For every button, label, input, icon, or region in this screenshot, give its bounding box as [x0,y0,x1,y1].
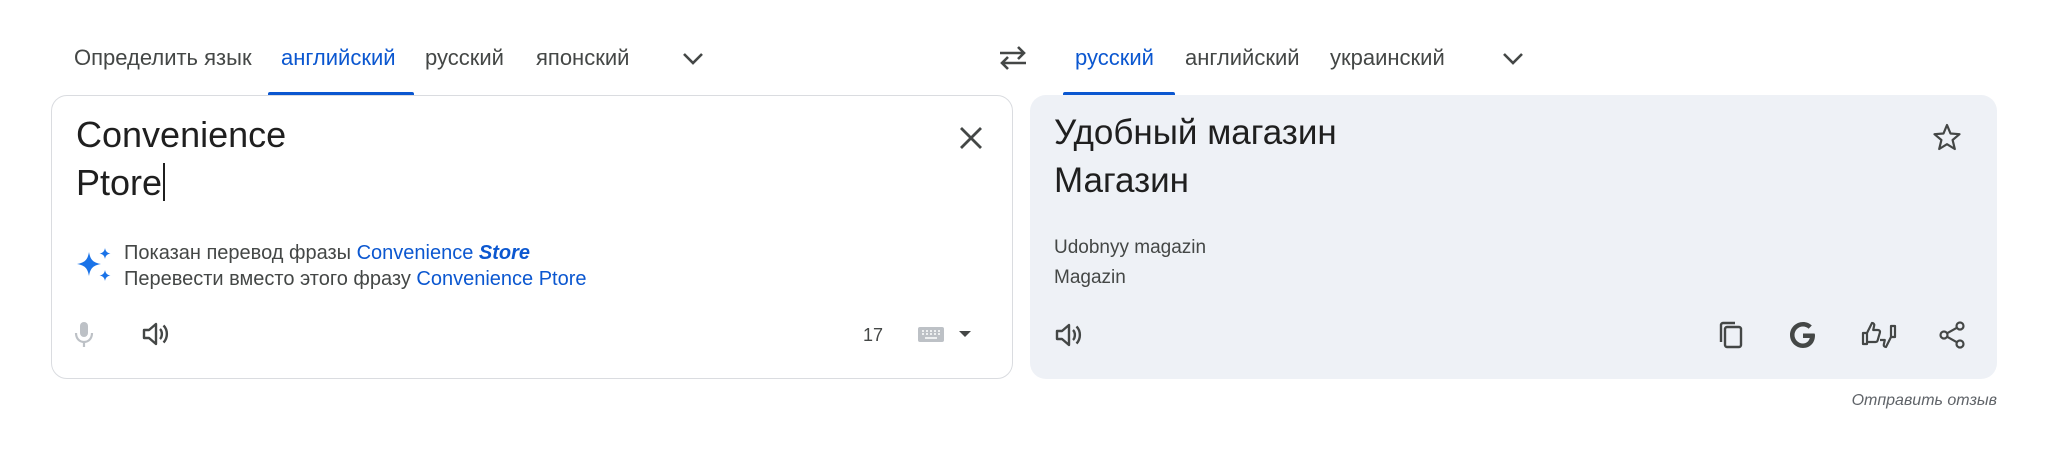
send-feedback-link[interactable]: Отправить отзыв [1852,392,1997,410]
translation-panel: Удобный магазин Магазин Udobnyy magazin … [1030,95,1997,379]
tab-target-russian[interactable]: русский [1075,40,1154,76]
translation-line-1: Удобный магазин [1054,113,1337,152]
suggestion-instead-text: Перевести вместо этого фразу Convenience… [124,268,587,290]
transliteration-line-1: Udobnyy magazin [1054,237,1207,258]
sparkle-icon [77,248,111,281]
clear-text-close-icon[interactable] [957,124,985,152]
character-count: 17 [863,325,884,345]
translate-instead-link[interactable]: Convenience Ptore [416,268,586,290]
source-text-line-1[interactable]: Convenience [76,114,286,156]
source-more-languages-chevron-icon[interactable] [679,48,707,70]
swap-languages-icon[interactable] [994,40,1032,76]
listen-translation-speaker-icon[interactable] [1052,319,1084,351]
transliteration-line-2: Magazin [1054,267,1126,288]
tab-target-english[interactable]: английский [1185,40,1300,76]
tab-source-japanese[interactable]: японский [536,40,629,76]
google-g-icon[interactable] [1787,319,1819,351]
tab-detect-language[interactable]: Определить язык [74,40,252,76]
source-text-panel[interactable]: Convenience Ptore Показан перевод фразы … [51,95,1013,379]
source-text-line-2[interactable]: Ptore [76,162,166,204]
text-caret [163,163,166,201]
share-translation-icon[interactable] [1936,319,1968,351]
tab-source-english[interactable]: английский [281,40,396,76]
tab-source-russian[interactable]: русский [425,40,504,76]
keyboard-dropdown-icon[interactable] [957,326,973,342]
suggestion-shown-phrase-link[interactable]: Convenience Store [357,242,530,264]
listen-source-speaker-icon[interactable] [139,318,171,350]
keyboard-icon[interactable] [916,320,946,348]
save-translation-star-icon[interactable] [1931,121,1963,153]
suggestion-shown-text: Показан перевод фразы Convenience Store [124,242,531,264]
copy-translation-icon[interactable] [1715,319,1747,351]
target-more-languages-chevron-icon[interactable] [1499,48,1527,70]
microphone-icon[interactable] [68,318,100,350]
translation-line-2: Магазин [1054,161,1190,200]
rate-translation-thumbs-icon[interactable] [1859,317,1899,353]
tab-target-ukrainian[interactable]: украинский [1330,40,1445,76]
